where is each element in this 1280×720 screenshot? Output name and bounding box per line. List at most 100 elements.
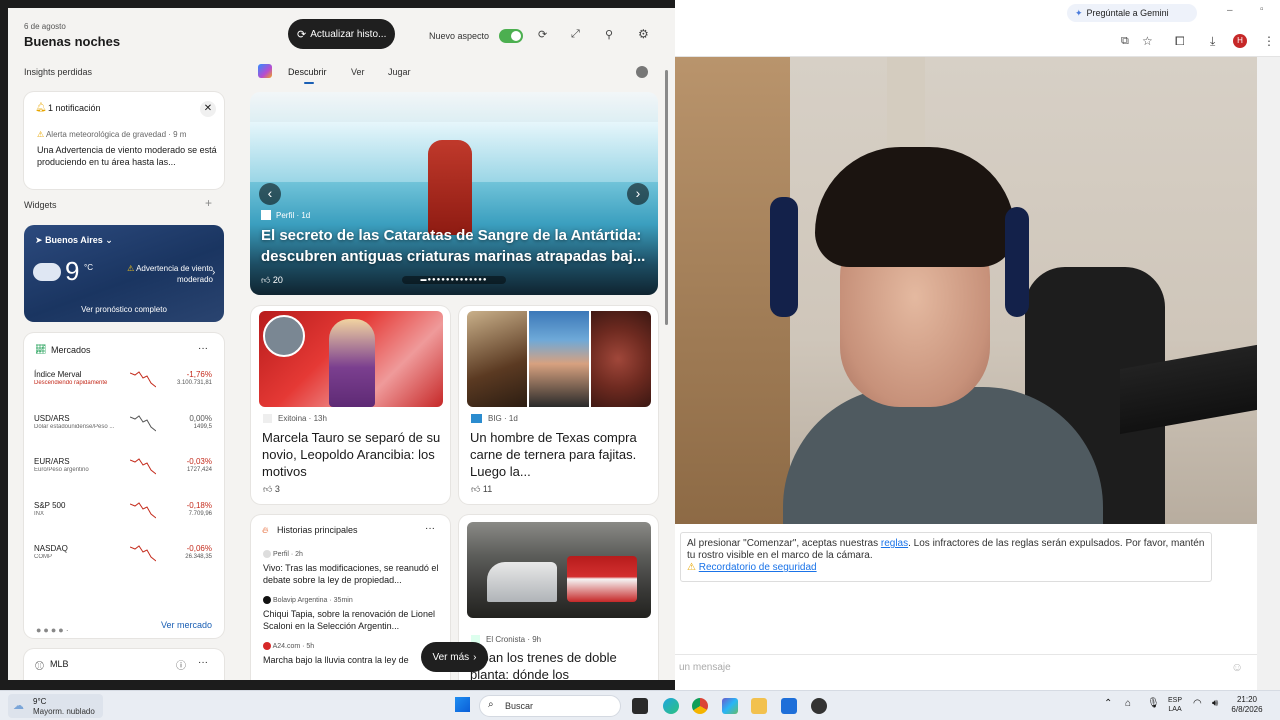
market-sparkline <box>130 371 156 388</box>
message-input[interactable]: un mensaje <box>679 662 731 673</box>
chrome-icon[interactable] <box>692 698 708 714</box>
alert-text: Una Advertencia de viento moderado se es… <box>37 145 217 167</box>
expand-icon[interactable]: ⤢ <box>571 28 580 41</box>
page-scrollbar[interactable] <box>1257 57 1280 690</box>
flame-icon: 🔥︎ <box>262 525 269 535</box>
news-likes-2[interactable]: 👍︎ 11 <box>471 484 492 495</box>
hero-source-text: Perfil · 1d <box>276 210 311 220</box>
scrollbar[interactable] <box>665 70 668 325</box>
story-item[interactable]: A24.com · 5h Marcha bajo la lluvia contra… <box>263 642 443 680</box>
insights-card[interactable]: 🔔︎ 1 notificación ✕ ⚠ Alerta meteorológi… <box>24 92 224 189</box>
pin-icon[interactable]: ⚲ <box>605 28 613 41</box>
market-subtitle: INX <box>34 510 45 517</box>
temperature-unit: °C <box>84 263 93 272</box>
market-row[interactable]: USD/ARS Dólar estadounidense/Peso ... 0,00… <box>34 409 214 453</box>
headset-left <box>770 197 798 317</box>
emoji-icon[interactable]: ☺ <box>1231 660 1243 674</box>
clock[interactable]: 21:20 6/8/2026 <box>1228 695 1266 715</box>
microphone-icon[interactable]: 🎙︎ <box>1147 698 1160 709</box>
hero-likes[interactable]: 👍︎ 20 <box>261 275 283 286</box>
refresh-icon[interactable]: ⟳ <box>538 28 547 41</box>
copilot-icon[interactable] <box>722 698 738 714</box>
tab-descubrir[interactable]: Descubrir <box>288 67 327 77</box>
see-market-link[interactable]: Ver mercado <box>161 620 212 630</box>
minimize-icon[interactable]: – <box>1227 5 1233 16</box>
market-row[interactable]: NASDAQ COMP -0,06% 26.348,35 <box>34 539 214 583</box>
settings-gear-icon[interactable]: ⚙ <box>638 27 649 41</box>
insights-title: Insights perdidas <box>24 67 93 77</box>
carousel-dots[interactable]: ▬●●●●●●●●●●●●● <box>402 276 506 284</box>
alert-label: ⚠ Alerta meteorológica de gravedad · 9 m <box>37 130 186 139</box>
hero-card[interactable]: ‹ › Perfil · 1d El secreto de las Catara… <box>250 92 658 295</box>
news-likes-1[interactable]: 👍︎ 3 <box>263 484 280 495</box>
network-icon[interactable]: ⌂ <box>1125 698 1131 709</box>
update-label: Actualizar histo... <box>310 28 387 40</box>
app-icon[interactable] <box>811 698 827 714</box>
extensions-icon[interactable]: ⧠ <box>1175 34 1185 49</box>
new-look-toggle[interactable] <box>499 29 523 43</box>
carousel-next-icon[interactable]: › <box>627 183 649 205</box>
story-source: A24.com · 5h <box>263 642 314 650</box>
taskbar-search[interactable]: ⌕ Buscar <box>479 695 621 717</box>
market-row[interactable]: Índice Merval Descendiendo rápidamente -1,… <box>34 365 214 409</box>
profile-avatar[interactable]: H <box>1233 34 1247 48</box>
news-title-2[interactable]: Un hombre de Texas compra carne de terne… <box>470 429 650 480</box>
news-image-3 <box>467 522 651 618</box>
news-card-1[interactable]: Exitoina · 13h Marcela Tauro se separó d… <box>251 306 450 504</box>
market-row[interactable]: S&P 500 INX -0,18% 7.709,96 <box>34 496 214 540</box>
volume-icon[interactable]: 🔊︎ <box>1212 698 1218 709</box>
market-row[interactable]: EUR/ARS Euro/Peso argentino -0,03% 1727,424 <box>34 452 214 496</box>
edge-icon[interactable] <box>663 698 679 714</box>
market-subtitle: Descendiendo rápidamente <box>34 380 108 386</box>
more-options-icon[interactable]: ··· <box>198 657 208 668</box>
weather-location[interactable]: ➤ Buenos Aires ⌄ <box>35 235 113 246</box>
news-title-1[interactable]: Marcela Tauro se separó de su novio, Leo… <box>262 429 442 480</box>
profile-icon[interactable] <box>636 66 648 78</box>
wifi-icon[interactable]: ◠ <box>1193 698 1202 709</box>
news-image-person <box>329 319 375 407</box>
weather-card[interactable]: ➤ Buenos Aires ⌄ 9 °C ⚠ Advertencia de v… <box>24 225 224 322</box>
news-card-2[interactable]: BIG · 1d Un hombre de Texas compra carne… <box>459 306 658 504</box>
hero-likes-count: 20 <box>272 275 283 285</box>
forecast-link[interactable]: Ver pronóstico completo <box>24 305 224 314</box>
news-card-3[interactable]: El Cronista · 9h rriban los trenes de do… <box>459 515 658 680</box>
file-explorer-icon[interactable] <box>751 698 767 714</box>
task-view-icon[interactable] <box>632 698 648 714</box>
chevron-right-icon[interactable]: › <box>212 267 215 278</box>
weather-widget-button[interactable]: ☁ 9°C Mayorm. nublado <box>8 694 103 718</box>
restore-icon[interactable]: ▫ <box>1260 4 1264 15</box>
safety-reminder-link[interactable]: Recordatorio de seguridad <box>699 562 817 573</box>
store-icon[interactable] <box>781 698 797 714</box>
train-red <box>567 556 637 602</box>
gemini-button[interactable]: ✦ Pregúntale a Gemini <box>1067 4 1197 22</box>
story-item[interactable]: Bolavip Argentina · 35min Chiqui Tapia, s… <box>263 596 443 642</box>
mlb-card[interactable]: ⚾︎ MLB ⓘ ··· <box>24 649 224 680</box>
market-value: 26.348,35 <box>185 554 212 560</box>
tab-ver[interactable]: Ver <box>351 67 365 77</box>
menu-kebab-icon[interactable]: ⋮ <box>1263 34 1275 48</box>
add-widget-icon[interactable]: + <box>205 196 212 210</box>
more-options-icon[interactable]: ··· <box>425 523 435 534</box>
more-options-icon[interactable]: ··· <box>198 343 208 354</box>
hero-title[interactable]: El secreto de las Cataratas de Sangre de… <box>261 225 651 267</box>
windows-start-icon[interactable] <box>455 697 470 712</box>
update-button[interactable]: ⟳ Actualizar histo... <box>288 19 395 49</box>
language-indicator[interactable]: ESP LAA <box>1168 696 1182 714</box>
info-icon[interactable]: ⓘ <box>176 657 186 672</box>
warning-icon: ⚠ <box>37 130 45 139</box>
close-icon[interactable]: ✕ <box>200 101 216 117</box>
story-item[interactable]: Perfil · 2h Vivo: Tras las modificaciones… <box>263 550 443 596</box>
install-app-icon[interactable]: ⧉ <box>1121 35 1129 48</box>
bookmark-star-icon[interactable]: ☆ <box>1142 34 1153 48</box>
download-icon[interactable]: ⤓ <box>1210 34 1215 49</box>
tab-jugar[interactable]: Jugar <box>388 67 411 77</box>
carousel-prev-icon[interactable]: ‹ <box>259 183 281 205</box>
rules-link[interactable]: reglas <box>881 538 908 549</box>
clock-date: 6/8/2026 <box>1231 705 1263 714</box>
show-hidden-icons-icon[interactable]: ⌃ <box>1104 698 1112 709</box>
notice-text-a: Al presionar "Comenzar", aceptas nuestra… <box>687 538 881 549</box>
publisher-logo-icon <box>263 642 271 650</box>
news-title-3[interactable]: rriban los trenes de doble planta: dónde… <box>470 649 650 680</box>
see-more-button[interactable]: Ver más › <box>421 642 488 672</box>
pagination-dots[interactable]: ●●●●· <box>36 625 71 635</box>
